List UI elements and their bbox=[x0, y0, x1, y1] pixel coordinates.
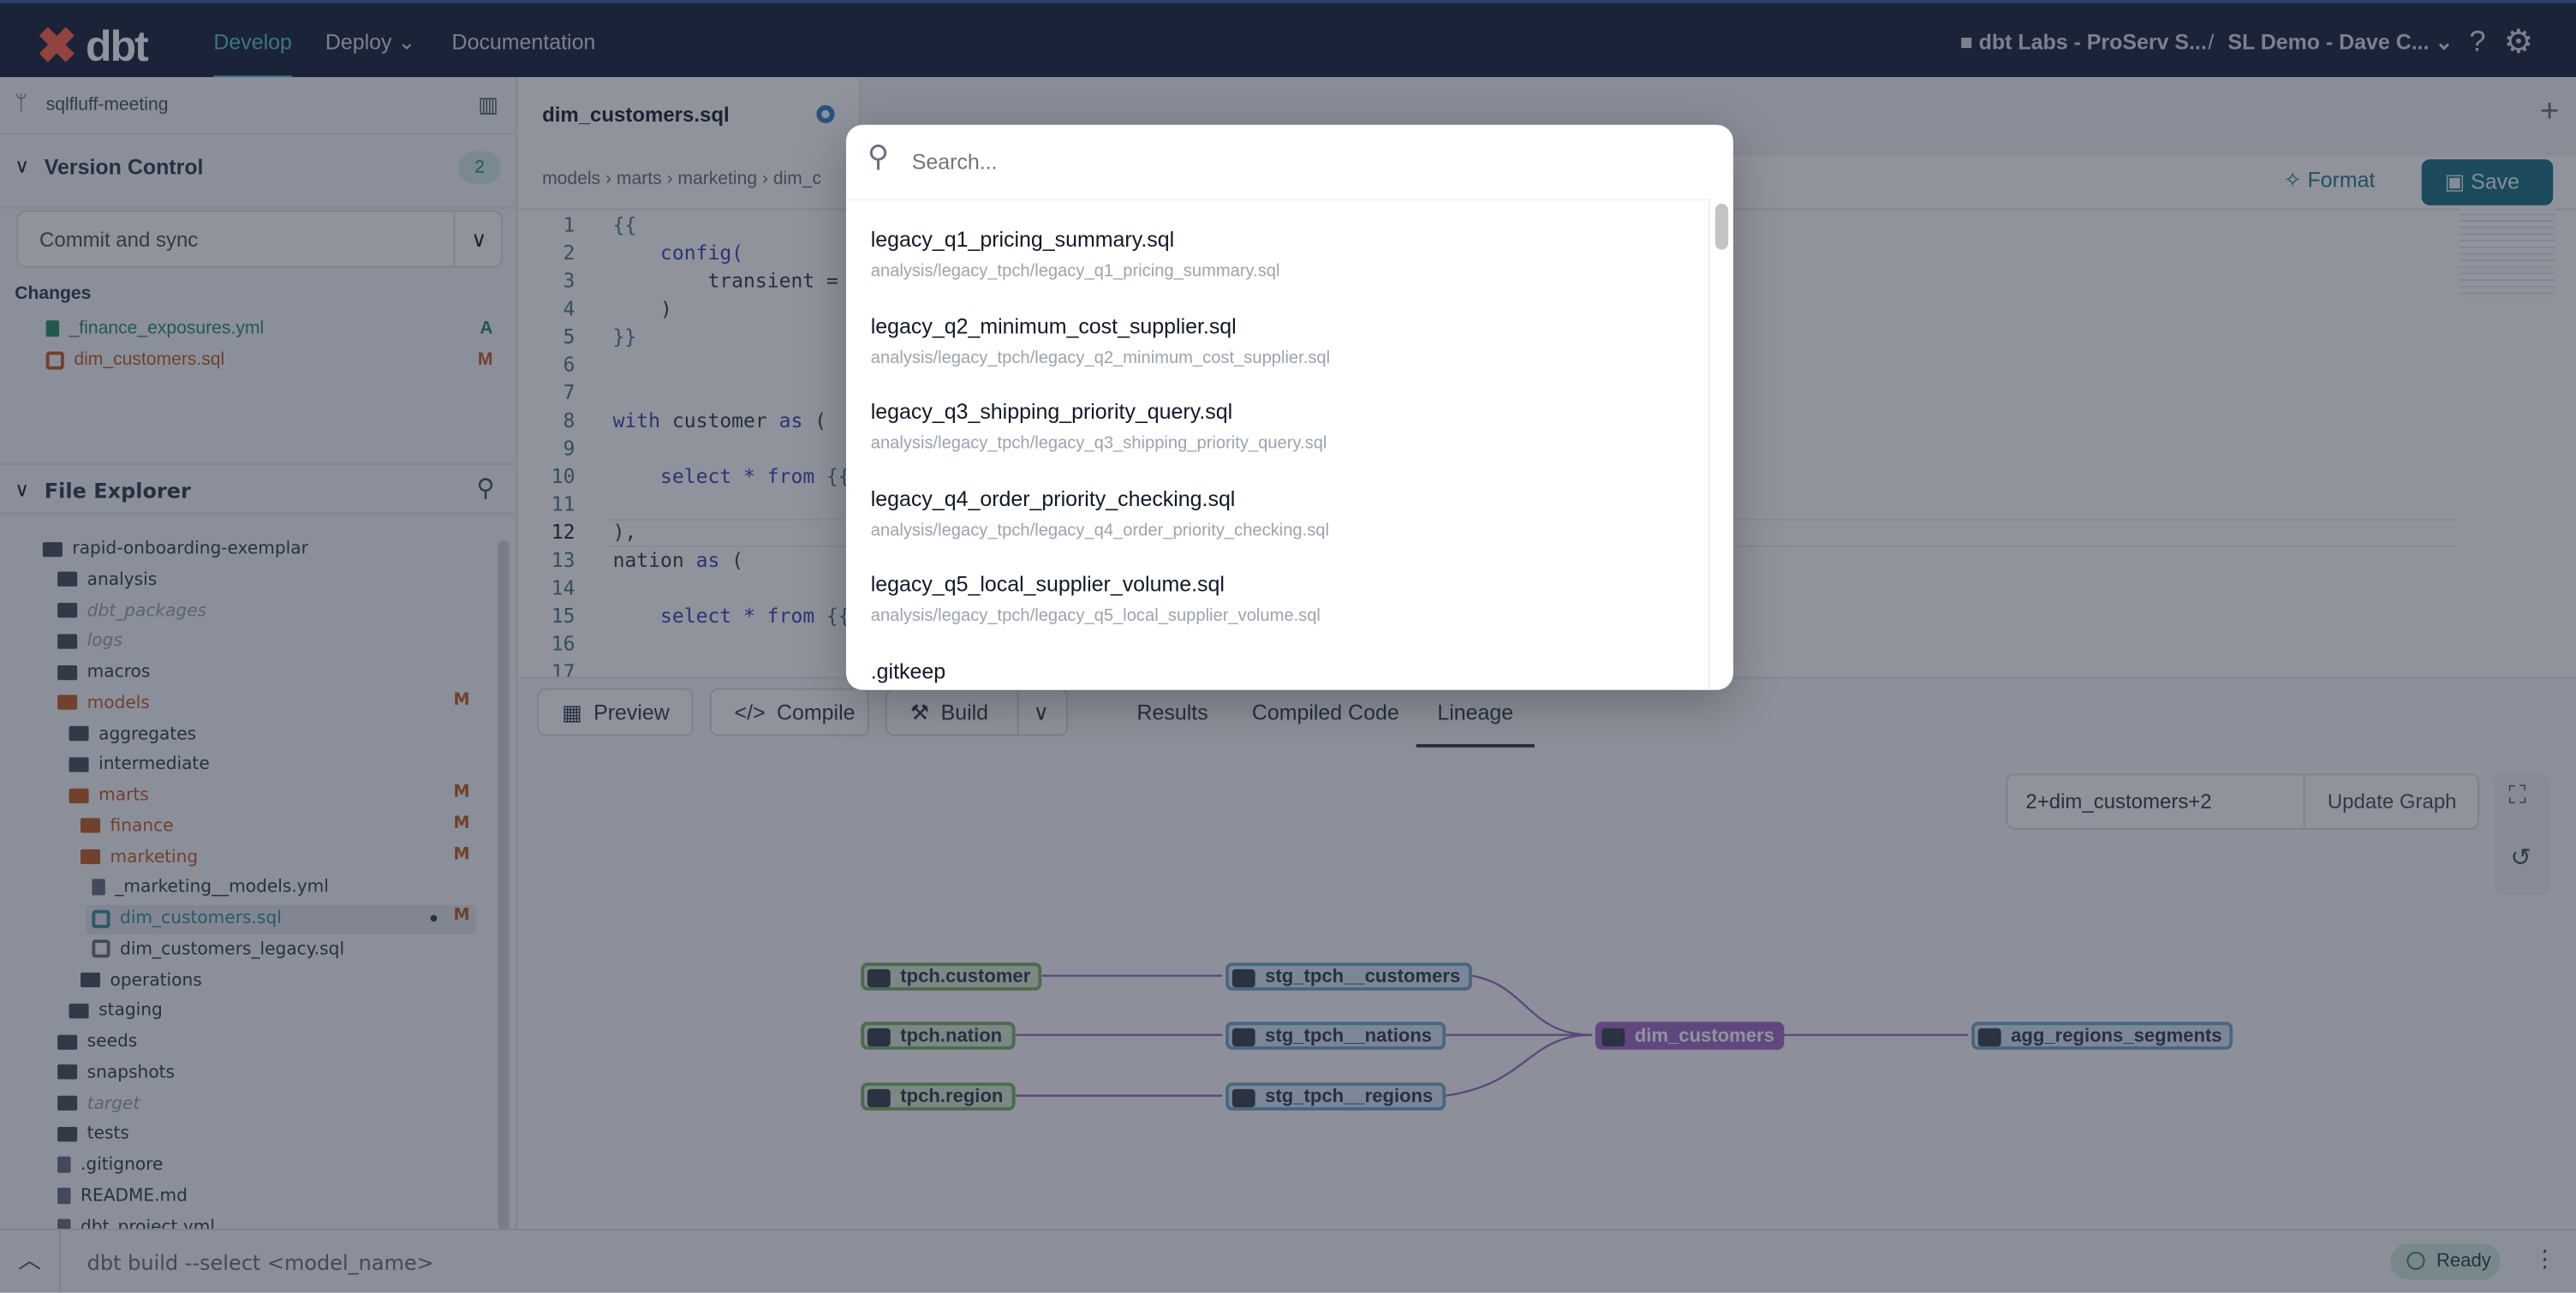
result-path: analysis/legacy_tpch/legacy_q2_minimum_c… bbox=[870, 347, 1331, 367]
search-result-item[interactable]: legacy_q1_pricing_summary.sql analysis/le… bbox=[871, 227, 1280, 281]
result-path: analysis/legacy_tpch/legacy_q3_shipping_… bbox=[870, 433, 1327, 454]
result-name: legacy_q4_order_priority_checking.sql bbox=[870, 485, 1236, 510]
result-path: analysis/legacy_tpch/legacy_q5_local_sup… bbox=[870, 605, 1321, 626]
scroll-track bbox=[1708, 199, 1733, 690]
search-result-item[interactable]: .gitkeep bbox=[871, 658, 945, 682]
file-search-modal: ⚲ legacy_q1_pricing_summary.sql analysis/… bbox=[845, 124, 1733, 690]
search-input[interactable] bbox=[911, 144, 1701, 178]
search-result-item[interactable]: legacy_q3_shipping_priority_query.sqlana… bbox=[871, 399, 1327, 453]
result-name: legacy_q3_shipping_priority_query.sql bbox=[870, 399, 1233, 424]
results-scrollbar[interactable] bbox=[1714, 203, 1729, 250]
search-result-item[interactable]: legacy_q2_minimum_cost_supplier.sqlanaly… bbox=[871, 313, 1330, 366]
search-result-item[interactable]: legacy_q5_local_supplier_volume.sqlanaly… bbox=[871, 572, 1321, 626]
result-name: legacy_q2_minimum_cost_supplier.sql bbox=[870, 313, 1237, 338]
result-name: legacy_q1_pricing_summary.sql bbox=[870, 226, 1175, 252]
result-name: .gitkeep bbox=[870, 658, 946, 683]
search-result-item[interactable]: legacy_q4_order_priority_checking.sqlana… bbox=[871, 486, 1329, 539]
search-icon: ⚲ bbox=[867, 140, 890, 173]
result-name: legacy_q5_local_supplier_volume.sql bbox=[870, 571, 1225, 597]
search-results: legacy_q1_pricing_summary.sql analysis/le… bbox=[845, 199, 1709, 690]
result-path: analysis/legacy_tpch/legacy_q1_pricing_s… bbox=[870, 261, 1280, 282]
result-path: analysis/legacy_tpch/legacy_q4_order_pri… bbox=[870, 520, 1329, 540]
